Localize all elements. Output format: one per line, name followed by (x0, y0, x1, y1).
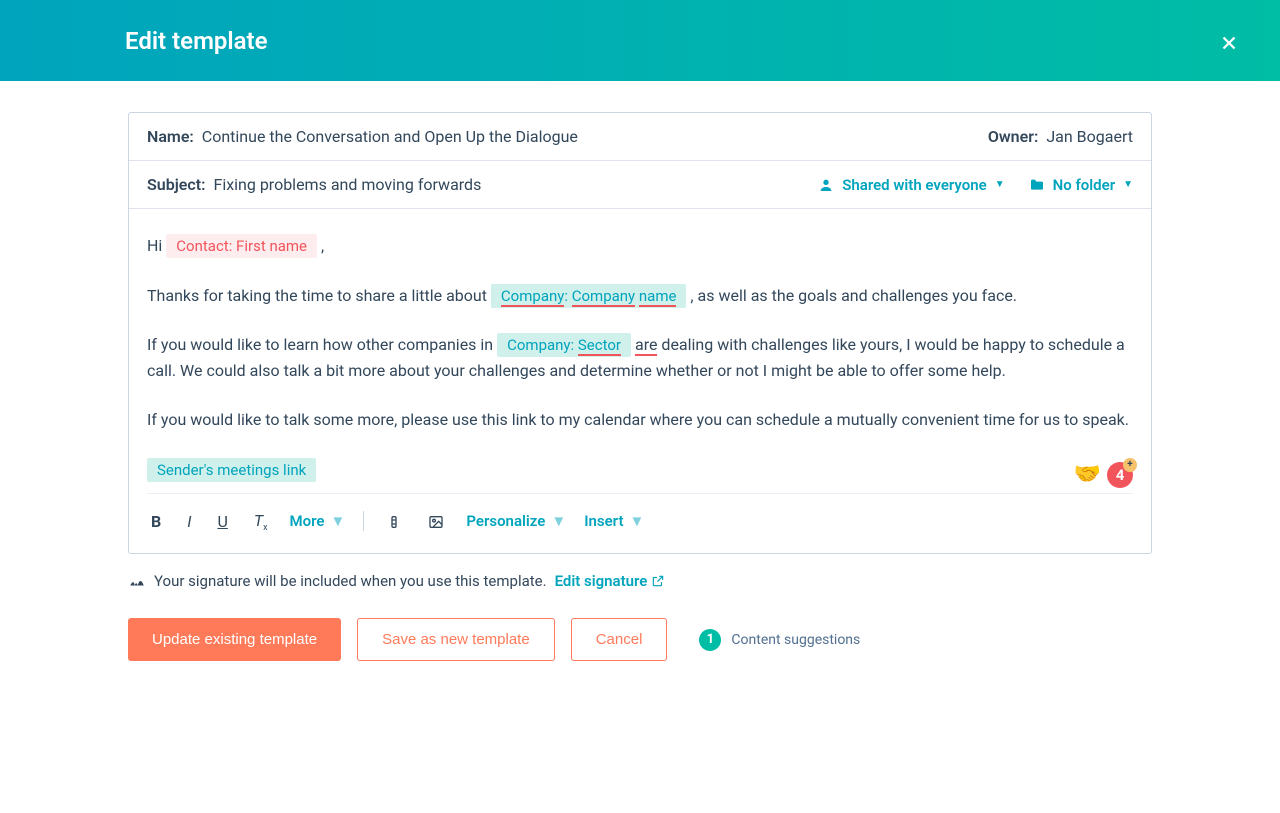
suggestions-count: 1 (699, 629, 721, 651)
modal-header: Edit template (0, 0, 1280, 81)
link-button[interactable] (382, 507, 406, 537)
folder-icon (1029, 177, 1045, 193)
text: Hi (147, 236, 166, 255)
more-dropdown[interactable]: More▼ (290, 509, 346, 533)
signature-text: Your signature will be included when you… (154, 572, 547, 590)
token-meetings-link[interactable]: Sender's meetings link (147, 458, 316, 482)
save-new-template-button[interactable]: Save as new template (357, 618, 555, 661)
bold-button[interactable]: B (147, 507, 165, 537)
text: , (321, 236, 324, 255)
name-row: Name: Continue the Conversation and Open… (129, 113, 1151, 161)
owner-label: Owner: (988, 127, 1039, 146)
share-label: Shared with everyone (842, 176, 986, 194)
image-button[interactable] (424, 507, 448, 537)
button-row: Update existing template Save as new tem… (128, 618, 1152, 661)
subject-label: Subject: (147, 175, 205, 194)
signature-row: Your signature will be included when you… (128, 572, 1152, 590)
name-value[interactable]: Continue the Conversation and Open Up th… (202, 127, 980, 146)
cancel-button[interactable]: Cancel (571, 618, 668, 661)
notification-badge[interactable]: 4 + (1107, 462, 1133, 488)
chevron-down-icon: ▼ (551, 509, 566, 533)
suggestions-label: Content suggestions (731, 632, 860, 648)
editor-toolbar: B I U Tx More▼ Personalize▼ Insert▼ (147, 493, 1133, 538)
share-dropdown[interactable]: Shared with everyone ▼ (818, 176, 1004, 194)
italic-button[interactable]: I (183, 507, 195, 537)
edit-signature-link[interactable]: Edit signature (555, 572, 666, 590)
editor-body[interactable]: Hi Contact: First name , Thanks for taki… (129, 209, 1151, 553)
subject-value[interactable]: Fixing problems and moving forwards (213, 175, 481, 194)
content-suggestions[interactable]: 1 Content suggestions (699, 629, 860, 651)
chevron-down-icon: ▼ (995, 179, 1005, 190)
insert-dropdown[interactable]: Insert▼ (584, 509, 644, 533)
owner-value: Jan Bogaert (1046, 127, 1133, 146)
user-icon (818, 177, 834, 193)
paragraph-sector: If you would like to learn how other com… (147, 332, 1133, 383)
name-label: Name: (147, 127, 194, 146)
badges: 🤝 4 + (1074, 457, 1133, 492)
paragraph-calendar: If you would like to talk some more, ple… (147, 407, 1133, 433)
close-icon[interactable] (1218, 24, 1240, 57)
divider (363, 511, 364, 531)
paragraph-greeting: Hi Contact: First name , (147, 233, 1133, 259)
spell-are: are (635, 335, 657, 356)
external-link-icon (651, 574, 665, 588)
text: , as well as the goals and challenges yo… (690, 286, 1017, 305)
handshake-emoji-icon[interactable]: 🤝 (1074, 457, 1101, 492)
text: Thanks for taking the time to share a li… (147, 286, 491, 305)
template-panel: Name: Continue the Conversation and Open… (128, 112, 1152, 554)
paragraph-thanks: Thanks for taking the time to share a li… (147, 283, 1133, 309)
signature-icon (128, 572, 146, 590)
underline-button[interactable]: U (213, 507, 231, 537)
update-template-button[interactable]: Update existing template (128, 618, 341, 661)
folder-dropdown[interactable]: No folder ▼ (1029, 176, 1133, 194)
chevron-down-icon: ▼ (629, 509, 644, 533)
token-contact-firstname[interactable]: Contact: First name (166, 234, 317, 258)
clear-format-button[interactable]: Tx (250, 506, 272, 538)
text: If you would like to learn how other com… (147, 335, 497, 354)
token-company-name[interactable]: Company: Company name (491, 284, 687, 308)
chevron-down-icon: ▼ (1123, 179, 1133, 190)
chevron-down-icon: ▼ (331, 509, 346, 533)
paragraph-meetings: Sender's meetings link 🤝 4 + (147, 457, 1133, 483)
subject-row: Subject: Fixing problems and moving forw… (129, 161, 1151, 209)
modal-title: Edit template (125, 27, 268, 55)
folder-label: No folder (1053, 176, 1115, 194)
token-company-sector[interactable]: Company: Sector (497, 333, 631, 357)
plus-icon: + (1123, 458, 1137, 472)
personalize-dropdown[interactable]: Personalize▼ (466, 509, 566, 533)
